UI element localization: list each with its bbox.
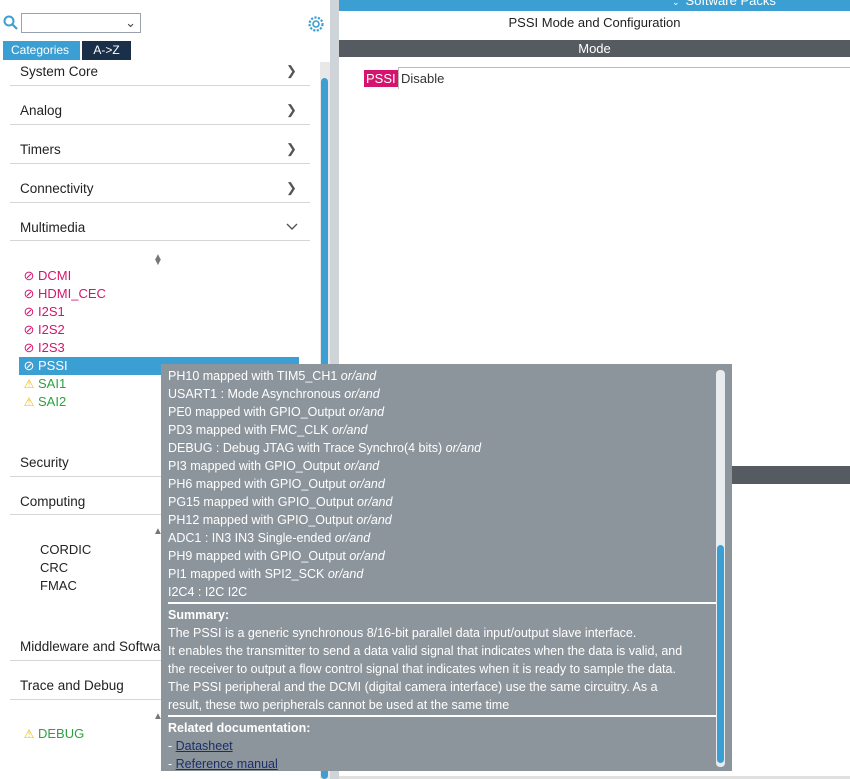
list-item-i2s1[interactable]: ⊘ I2S1 — [20, 303, 65, 321]
chevron-down-icon[interactable] — [286, 223, 298, 231]
tooltip-line: USART1 : Mode Asynchronous or/and — [168, 387, 380, 401]
pssi-mode-select[interactable]: Disable — [398, 67, 850, 89]
doc-item: - Datasheet — [168, 739, 233, 753]
chevron-right-icon[interactable]: ❯ — [286, 180, 297, 196]
summary-line: the receiver to output a flow control si… — [168, 662, 676, 676]
search-input[interactable]: ⌄ — [21, 13, 141, 33]
tooltip-line: PI3 mapped with GPIO_Output or/and — [168, 459, 380, 473]
search-icon[interactable] — [3, 15, 19, 31]
summary-line: The PSSI peripheral and the DCMI (digita… — [168, 680, 658, 694]
tooltip-line: PH12 mapped with GPIO_Output or/and — [168, 513, 392, 527]
list-item-cordic[interactable]: CORDIC — [40, 541, 91, 559]
list-item-sai1[interactable]: ⚠ SAI1 — [20, 375, 67, 393]
tooltip-line: PE0 mapped with GPIO_Output or/and — [168, 405, 385, 419]
software-packs-label[interactable]: ⌄ Software Packs — [672, 0, 776, 8]
datasheet-link[interactable]: Datasheet — [176, 739, 233, 753]
chevron-down-icon: ⌄ — [672, 0, 680, 7]
category-multimedia[interactable]: Multimedia — [20, 220, 85, 235]
tab-a-to-z[interactable]: A->Z — [82, 41, 131, 60]
warning-icon: ⚠ — [23, 727, 35, 741]
tooltip-line: PH10 mapped with TIM5_CH1 or/and — [168, 369, 377, 383]
chevron-down-icon[interactable]: ⌄ — [125, 15, 136, 31]
tooltip-line: ADC1 : IN3 IN3 Single-ended or/and — [168, 531, 371, 545]
summary-line: The PSSI is a generic synchronous 8/16-b… — [168, 626, 637, 640]
reference-manual-link[interactable]: Reference manual — [176, 757, 278, 771]
tooltip-line: PH6 mapped with GPIO_Output or/and — [168, 477, 385, 491]
list-item-sai2[interactable]: ⚠ SAI2 — [20, 393, 67, 411]
tooltip-line: PI1 mapped with SPI2_SCK or/and — [168, 567, 364, 581]
tooltip-line: I2C4 : I2C I2C — [168, 585, 248, 599]
chevron-right-icon[interactable]: ❯ — [286, 102, 297, 118]
docs-title: Related documentation: — [168, 721, 311, 735]
chevron-right-icon[interactable]: ❯ — [286, 63, 297, 79]
divider — [10, 163, 310, 164]
list-item-dcmi[interactable]: ⊘ DCMI — [20, 267, 72, 285]
sort-icon[interactable]: ▲ ▼ — [153, 252, 163, 274]
divider — [10, 124, 310, 125]
category-analog[interactable]: Analog — [20, 103, 62, 118]
summary-line: result, these two peripherals cannot be … — [168, 698, 510, 712]
disabled-icon: ⊘ — [23, 340, 35, 355]
list-item-crc[interactable]: CRC — [40, 559, 68, 577]
tooltip-content: PH10 mapped with TIM5_CH1 or/and USART1 … — [168, 367, 718, 773]
chevron-right-icon[interactable]: ❯ — [286, 141, 297, 157]
disabled-icon: ⊘ — [23, 304, 35, 319]
category-middleware[interactable]: Middleware and Software — [20, 639, 172, 654]
gear-icon[interactable] — [307, 15, 325, 33]
tooltip-scrollbar-thumb[interactable] — [717, 545, 724, 763]
mode-header: Mode — [339, 40, 850, 57]
summary-title: Summary: — [168, 608, 230, 622]
divider — [10, 202, 310, 203]
divider — [10, 240, 310, 241]
category-connectivity[interactable]: Connectivity — [20, 181, 94, 196]
disabled-icon: ⊘ — [23, 268, 35, 283]
list-item-i2s3[interactable]: ⊘ I2S3 — [20, 339, 65, 357]
category-timers[interactable]: Timers — [20, 142, 61, 157]
configuration-header — [732, 466, 850, 484]
tooltip-line: PD3 mapped with FMC_CLK or/and — [168, 423, 368, 437]
page-title: PSSI Mode and Configuration — [508, 15, 681, 30]
tooltip-line: PG15 mapped with GPIO_Output or/and — [168, 495, 393, 509]
category-computing[interactable]: Computing — [20, 494, 85, 509]
category-security[interactable]: Security — [20, 455, 69, 470]
disabled-icon: ⊘ — [23, 358, 35, 373]
list-item-debug[interactable]: ⚠ DEBUG — [20, 725, 85, 743]
tab-categories[interactable]: Categories — [3, 41, 80, 60]
disabled-icon: ⊘ — [23, 322, 35, 337]
summary-line: It enables the transmitter to send a dat… — [168, 644, 683, 658]
tooltip-line: DEBUG : Debug JTAG with Trace Synchro(4 … — [168, 441, 482, 455]
pssi-tooltip: PH10 mapped with TIM5_CH1 or/and USART1 … — [161, 364, 732, 771]
divider — [168, 602, 718, 604]
list-item-fmac[interactable]: FMAC — [40, 577, 77, 595]
divider — [168, 715, 718, 717]
list-item-hdmi-cec[interactable]: ⊘ HDMI_CEC — [20, 285, 106, 303]
warning-icon: ⚠ — [23, 377, 35, 391]
divider — [10, 85, 310, 86]
warning-icon: ⚠ — [23, 395, 35, 409]
category-system-core[interactable]: System Core — [20, 64, 98, 79]
pssi-label: PSSI — [364, 70, 398, 87]
tooltip-line: PH9 mapped with GPIO_Output or/and — [168, 549, 385, 563]
category-trace-debug[interactable]: Trace and Debug — [20, 678, 124, 693]
disabled-icon: ⊘ — [23, 286, 35, 301]
list-item-i2s2[interactable]: ⊘ I2S2 — [20, 321, 65, 339]
doc-item: - Reference manual — [168, 757, 278, 771]
